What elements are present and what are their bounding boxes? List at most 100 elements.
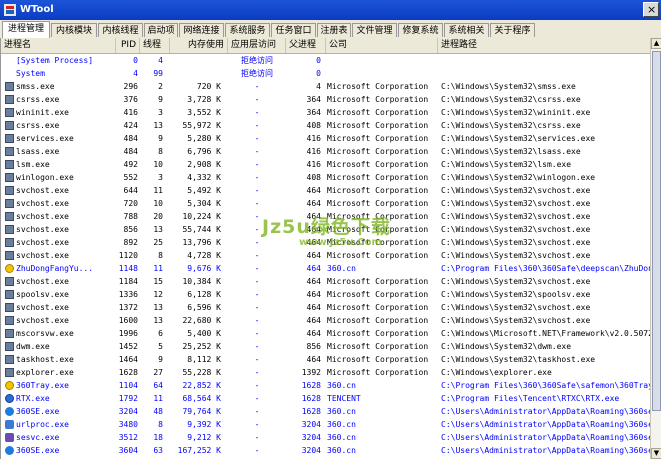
table-row[interactable]: 360SE.exe 3204 48 79,764 K - 1628 360.cn C:\Use…: [1, 405, 652, 418]
cell-pid: 3512: [118, 433, 138, 442]
tab-task-windows[interactable]: 任务窗口: [271, 23, 316, 37]
tab-services[interactable]: 系统服务: [225, 23, 270, 37]
cell-company: Microsoft Corporation: [327, 199, 429, 208]
tab-repair-system[interactable]: 修复系统: [398, 23, 443, 37]
scroll-up-arrow-icon[interactable]: ▲: [651, 38, 661, 49]
shield-icon: [5, 264, 14, 273]
window-icon: [5, 277, 14, 286]
cell-path: C:\Windows\System32\lsm.exe: [441, 160, 572, 169]
table-row[interactable]: sesvc.exe 3512 18 9,212 K - 3204 360.cn C:\User…: [1, 431, 652, 444]
table-row[interactable]: [System Process] 0 4 拒绝访问 0: [1, 54, 652, 67]
title-bar[interactable]: WTool ×: [0, 0, 661, 20]
cell-memory: 13,796 K: [182, 238, 221, 247]
col-header-parent[interactable]: 父进程: [286, 38, 326, 53]
table-row[interactable]: 360Tray.exe 1104 64 22,852 K - 1628 360.cn C:\P…: [1, 379, 652, 392]
cell-company: 360.cn: [327, 381, 356, 390]
cell-threads: 8: [158, 420, 163, 429]
table-row[interactable]: smss.exe 296 2 720 K - 4 Microsoft Corporation…: [1, 80, 652, 93]
cell-access: -: [254, 355, 260, 364]
table-row[interactable]: csrss.exe 424 13 55,972 K - 408 Microsoft Corp…: [1, 119, 652, 132]
cell-threads: 9: [158, 355, 163, 364]
window-icon: [5, 134, 14, 143]
table-row[interactable]: lsass.exe 484 8 6,796 K - 416 Microsoft Corpor…: [1, 145, 652, 158]
cell-company: Microsoft Corporation: [327, 186, 429, 195]
cell-pid: 3604: [118, 446, 138, 455]
scrollbar-thumb[interactable]: [652, 51, 661, 411]
table-row[interactable]: svchost.exe 644 11 5,492 K - 464 Microsoft Cor…: [1, 184, 652, 197]
table-row[interactable]: svchost.exe 720 10 5,304 K - 464 Microsoft Cor…: [1, 197, 652, 210]
cell-memory: 22,680 K: [182, 316, 221, 325]
table-row[interactable]: explorer.exe 1628 27 55,228 K - 1392 Microsoft…: [1, 366, 652, 379]
cell-path: C:\Windows\System32\svchost.exe: [441, 303, 591, 312]
cell-path: C:\Windows\explorer.exe: [441, 368, 552, 377]
tab-file-manager[interactable]: 文件管理: [352, 23, 397, 37]
cell-company: 360.cn: [327, 433, 356, 442]
tab-kernel-modules[interactable]: 内核模块: [51, 23, 97, 37]
table-row[interactable]: mscorsvw.exe 1996 6 5,400 K - 464 Microsoft Co…: [1, 327, 652, 340]
table-row[interactable]: svchost.exe 1372 13 6,596 K - 464 Microsoft Co…: [1, 301, 652, 314]
cell-access: -: [254, 329, 260, 338]
table-row[interactable]: svchost.exe 1600 13 22,680 K - 464 Microsoft C…: [1, 314, 652, 327]
scroll-down-arrow-icon[interactable]: ▼: [651, 448, 661, 459]
cell-pid: 4: [133, 69, 138, 78]
tab-startup[interactable]: 启动项: [144, 23, 178, 37]
table-row[interactable]: RTX.exe 1792 11 68,564 K - 1628 TENCENT C:\Prog…: [1, 392, 652, 405]
table-row[interactable]: svchost.exe 1184 15 10,384 K - 464 Microsoft C…: [1, 275, 652, 288]
tab-about[interactable]: 关于程序: [490, 23, 535, 37]
cell-process-name: System: [16, 69, 45, 78]
table-row[interactable]: urlproc.exe 3480 8 9,392 K - 3204 360.cn C:\Use…: [1, 418, 652, 431]
cell-process-name: svchost.exe: [16, 303, 69, 312]
cell-access: 拒绝访问: [241, 56, 273, 65]
window-icon: [5, 368, 14, 377]
vertical-scrollbar[interactable]: ▲ ▼: [650, 38, 661, 459]
close-button[interactable]: ×: [643, 2, 659, 17]
tab-system-related[interactable]: 系统相关: [444, 23, 489, 37]
col-header-threads[interactable]: 线程: [140, 38, 170, 53]
cell-company: Microsoft Corporation: [327, 316, 429, 325]
cell-threads: 99: [153, 69, 163, 78]
cell-memory: 167,252 K: [177, 446, 221, 455]
tab-network[interactable]: 网络连接: [179, 23, 224, 37]
table-row[interactable]: ZhuDongFangYu... 1148 11 9,676 K - 464 360.cn C…: [1, 262, 652, 275]
table-row[interactable]: lsm.exe 492 10 2,908 K - 416 Microsoft Corpora…: [1, 158, 652, 171]
col-header-access[interactable]: 应用层访问: [228, 38, 286, 53]
table-row[interactable]: csrss.exe 376 9 3,728 K - 364 Microsoft Corpor…: [1, 93, 652, 106]
tab-registry[interactable]: 注册表: [317, 23, 351, 37]
col-header-company[interactable]: 公司: [326, 38, 438, 53]
table-row[interactable]: System 4 99 拒绝访问 0: [1, 67, 652, 80]
cell-path: C:\Windows\System32\svchost.exe: [441, 277, 591, 286]
cell-path: [441, 67, 650, 80]
cell-threads: 9: [158, 134, 163, 143]
tab-kernel-threads[interactable]: 内核线程: [98, 23, 143, 37]
cell-pid: 1372: [118, 303, 138, 312]
table-row[interactable]: spoolsv.exe 1336 12 6,128 K - 464 Microsoft Co…: [1, 288, 652, 301]
table-row[interactable]: services.exe 484 9 5,280 K - 416 Microsoft Cor…: [1, 132, 652, 145]
table-row[interactable]: 360SE.exe 3604 63 167,252 K - 3204 360.cn C:\Us…: [1, 444, 652, 457]
tab-process-manager[interactable]: 进程管理: [2, 21, 50, 38]
cell-company: 360.cn: [327, 420, 356, 429]
col-header-path[interactable]: 进程路径: [438, 38, 652, 53]
table-row[interactable]: dwm.exe 1452 5 25,252 K - 856 Microsoft Corpor…: [1, 340, 652, 353]
table-row[interactable]: taskhost.exe 1464 9 8,112 K - 464 Microsoft Co…: [1, 353, 652, 366]
cell-pid: 1184: [118, 277, 138, 286]
cell-threads: 8: [158, 147, 163, 156]
cell-pid: 484: [123, 134, 138, 143]
cell-parent-pid: 3204: [301, 433, 321, 442]
table-row[interactable]: wininit.exe 416 3 3,552 K - 364 Microsoft Corp…: [1, 106, 652, 119]
cell-access: -: [254, 303, 260, 312]
col-header-memory[interactable]: 内存使用: [170, 38, 228, 53]
col-header-pid[interactable]: PID: [116, 38, 140, 53]
cell-path: C:\Windows\System32\svchost.exe: [441, 251, 591, 260]
app-icon: [4, 4, 16, 16]
cell-pid: 788: [123, 212, 138, 221]
cell-access: 拒绝访问: [241, 69, 273, 78]
col-header-process-name[interactable]: 进程名: [1, 38, 116, 53]
cell-process-name: sesvc.exe: [16, 433, 60, 442]
cell-company: Microsoft Corporation: [327, 277, 429, 286]
cell-threads: 2: [158, 82, 163, 91]
table-row[interactable]: svchost.exe 1120 8 4,728 K - 464 Microsoft Cor…: [1, 249, 652, 262]
cell-memory: 55,744 K: [182, 225, 221, 234]
cell-access: -: [254, 394, 260, 403]
table-row[interactable]: winlogon.exe 552 3 4,332 K - 408 Microsoft Cor…: [1, 171, 652, 184]
cell-process-name: csrss.exe: [16, 121, 60, 130]
